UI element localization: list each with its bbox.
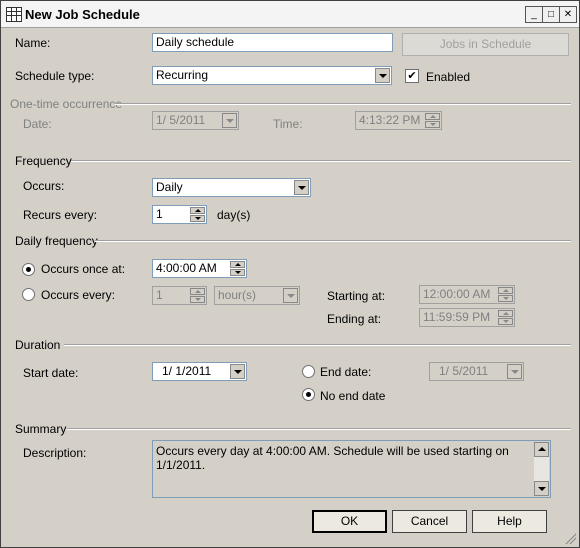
daily-frequency-divider	[95, 240, 571, 242]
recurs-every-value: 1	[156, 207, 163, 221]
occurs-once-radio[interactable]	[22, 263, 35, 276]
start-date-picker[interactable]: 1/ 1/2011	[152, 362, 247, 381]
ending-at-spinner[interactable]: 11:59:59 PM	[419, 308, 515, 327]
spinner-arrows-icon[interactable]	[190, 288, 205, 303]
one-time-time-value: 4:13:22 PM	[359, 113, 421, 127]
description-scrollbar[interactable]	[534, 442, 549, 496]
summary-divider	[67, 428, 571, 430]
occurs-every-radio[interactable]	[22, 288, 35, 301]
chevron-down-icon[interactable]	[222, 113, 237, 128]
one-time-divider	[115, 103, 571, 105]
minimize-button[interactable]: _	[525, 6, 543, 23]
one-time-time-label: Time:	[273, 117, 303, 131]
end-date-value: 1/ 5/2011	[439, 364, 489, 378]
frequency-section-title: Frequency	[15, 154, 72, 168]
starting-at-spinner[interactable]: 12:00:00 AM	[419, 285, 515, 304]
spinner-arrows-icon[interactable]	[190, 207, 205, 222]
one-time-section-title: One-time occurrence	[10, 97, 123, 111]
occurs-once-label: Occurs once at:	[41, 262, 126, 276]
one-time-date-label: Date:	[23, 117, 52, 131]
description-text: Occurs every day at 4:00:00 AM. Schedule…	[156, 444, 509, 472]
ending-at-label: Ending at:	[327, 312, 382, 326]
chevron-down-icon[interactable]	[375, 68, 390, 83]
starting-at-label: Starting at:	[327, 289, 386, 303]
jobs-in-schedule-button[interactable]: Jobs in Schedule	[402, 33, 569, 56]
enabled-label: Enabled	[426, 70, 471, 84]
new-job-schedule-dialog: New Job Schedule _ □ ✕ Name: Daily sched…	[0, 0, 580, 548]
occurs-once-time-value: 4:00:00 AM	[156, 261, 217, 275]
schedule-type-label: Schedule type:	[15, 69, 95, 83]
spinner-arrows-icon[interactable]	[425, 113, 440, 128]
recurs-every-spinner[interactable]: 1	[152, 205, 207, 224]
duration-section-title: Duration	[15, 338, 61, 352]
end-date-picker[interactable]: 1/ 5/2011	[429, 362, 524, 381]
chevron-down-icon[interactable]	[283, 288, 298, 303]
occurs-every-value: 1	[156, 288, 163, 302]
spinner-arrows-icon[interactable]	[498, 287, 513, 302]
one-time-date-picker[interactable]: 1/ 5/2011	[152, 111, 239, 130]
name-input[interactable]: Daily schedule	[152, 33, 393, 52]
occurs-value: Daily	[156, 180, 183, 194]
occurs-every-spinner[interactable]: 1	[152, 286, 207, 305]
spinner-arrows-icon[interactable]	[230, 261, 245, 276]
description-box[interactable]: Occurs every day at 4:00:00 AM. Schedule…	[152, 440, 551, 498]
no-end-date-radio[interactable]	[302, 388, 315, 401]
summary-section-title: Summary	[15, 422, 67, 436]
start-date-label: Start date:	[23, 366, 79, 380]
help-button[interactable]: Help	[472, 510, 547, 533]
maximize-button[interactable]: □	[542, 6, 560, 23]
scroll-down-icon[interactable]	[534, 481, 549, 496]
chevron-down-icon[interactable]	[230, 364, 245, 379]
close-button[interactable]: ✕	[559, 6, 577, 23]
duration-divider	[64, 344, 571, 346]
occurs-every-label: Occurs every:	[41, 288, 116, 302]
occurs-every-unit-select[interactable]: hour(s)	[214, 286, 300, 305]
spinner-arrows-icon[interactable]	[498, 310, 513, 325]
start-date-value: 1/ 1/2011	[162, 364, 212, 378]
frequency-divider	[71, 160, 571, 162]
chevron-down-icon[interactable]	[507, 364, 522, 379]
daily-frequency-section-title: Daily frequency	[15, 234, 98, 248]
one-time-date-value: 1/ 5/2011	[156, 113, 206, 127]
table-icon	[6, 7, 22, 22]
ending-at-value: 11:59:59 PM	[423, 310, 491, 324]
scroll-up-icon[interactable]	[534, 442, 549, 457]
recurs-every-label: Recurs every:	[23, 208, 98, 222]
name-label: Name:	[15, 36, 51, 50]
no-end-date-label: No end date	[320, 389, 386, 403]
description-label: Description:	[23, 446, 87, 460]
occurs-label: Occurs:	[23, 179, 65, 193]
occurs-select[interactable]: Daily	[152, 178, 311, 197]
title-bar[interactable]: New Job Schedule _ □ ✕	[1, 1, 579, 28]
recurs-unit-label: day(s)	[217, 208, 251, 222]
occurs-every-unit-value: hour(s)	[218, 288, 257, 302]
enabled-checkbox[interactable]: ✔	[405, 69, 419, 83]
cancel-button[interactable]: Cancel	[392, 510, 467, 533]
ok-button[interactable]: OK	[312, 510, 387, 533]
occurs-once-time-spinner[interactable]: 4:00:00 AM	[152, 259, 247, 278]
resize-grip-icon[interactable]	[564, 532, 576, 544]
end-date-label: End date:	[320, 365, 372, 379]
one-time-time-spinner[interactable]: 4:13:22 PM	[355, 111, 442, 130]
schedule-type-value: Recurring	[156, 68, 209, 82]
starting-at-value: 12:00:00 AM	[423, 287, 491, 301]
end-date-radio[interactable]	[302, 365, 315, 378]
schedule-type-select[interactable]: Recurring	[152, 66, 392, 85]
chevron-down-icon[interactable]	[294, 180, 309, 195]
window-title: New Job Schedule	[25, 7, 140, 22]
